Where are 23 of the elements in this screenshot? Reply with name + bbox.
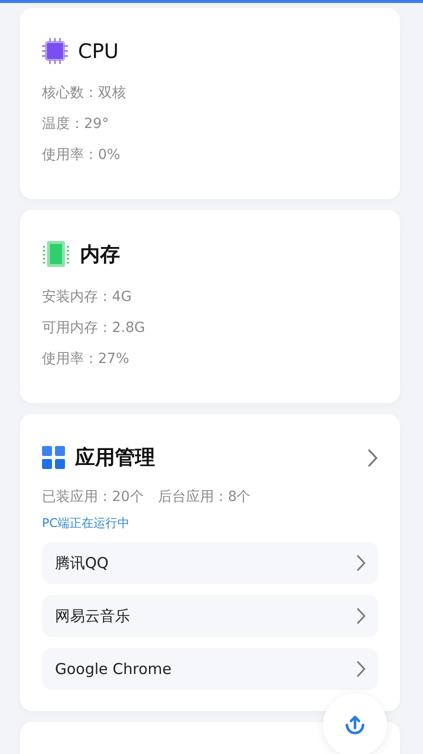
info-text: 温度：29° — [42, 115, 110, 134]
chevron-right-icon — [356, 607, 366, 625]
upload-icon — [344, 714, 366, 736]
card-title: CPU — [78, 39, 120, 63]
app-list-item[interactable]: 网易云音乐 — [42, 595, 378, 637]
card-title: 应用管理 — [75, 444, 156, 471]
info-text: 可用内存：2.8G — [42, 319, 146, 338]
stat-text: 后台应用：8个 — [158, 488, 251, 507]
app-list-item[interactable]: 腾讯QQ — [42, 542, 378, 584]
info-text: 安装内存：4G — [42, 288, 133, 307]
chevron-right-icon — [356, 554, 366, 572]
app-list-item[interactable]: Google Chrome — [42, 648, 378, 690]
stat-text: 已装应用：20个 — [42, 488, 144, 507]
chevron-right-icon — [356, 660, 366, 678]
info-text: 使用率：27% — [42, 350, 130, 369]
grid-icon — [42, 446, 65, 469]
card-title: 内存 — [80, 240, 121, 268]
chip-icon — [42, 38, 68, 64]
info-text: 使用率：0% — [42, 146, 122, 165]
chevron-right-icon — [367, 448, 378, 468]
info-text: 核心数：双核 — [42, 84, 127, 103]
status-text: PC端正在运行中 — [42, 515, 131, 532]
memory-chip-icon — [42, 240, 70, 268]
